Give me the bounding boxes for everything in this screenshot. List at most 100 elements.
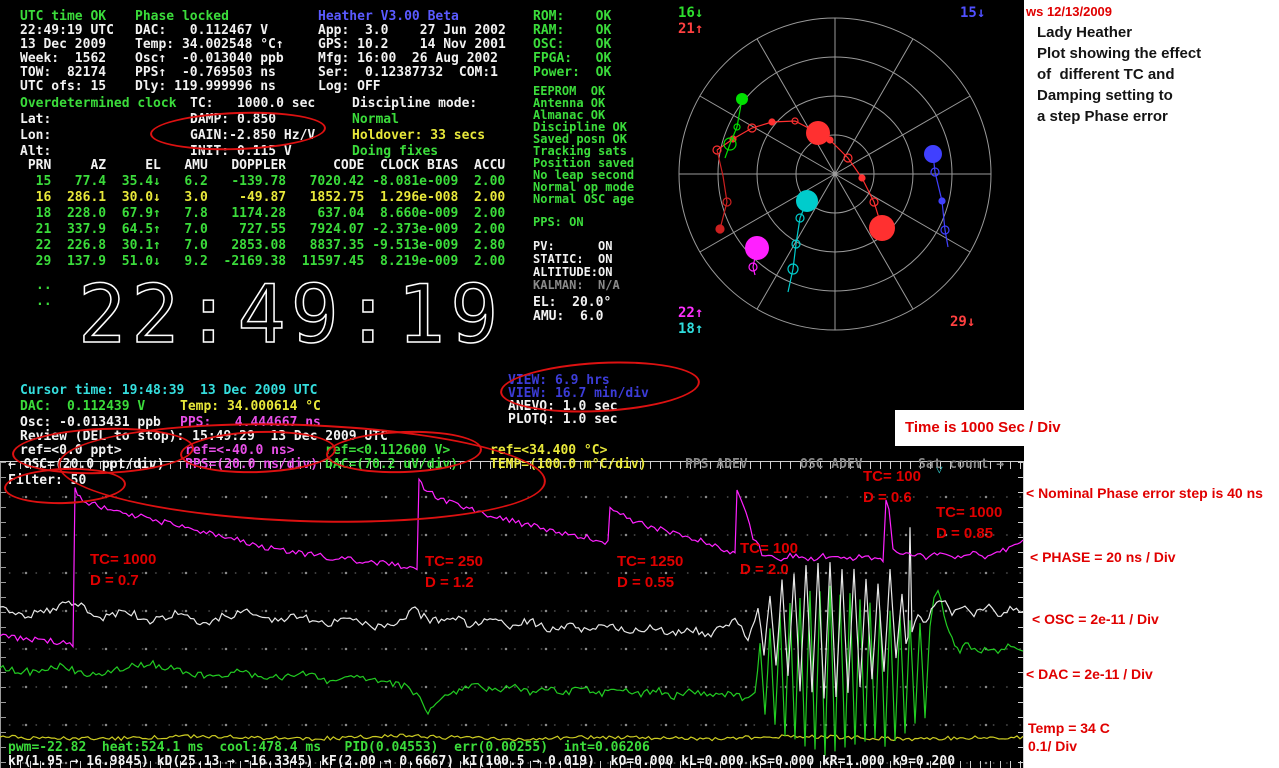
tc-damping-annotation-line: D = 2.0 [740,559,798,580]
pps-status: PPS: ON [533,216,584,229]
pps-status-line: PPS: ON [533,216,584,229]
pid-coeff-line-line: kP(1.95 → 16.9845) kD(25.13 → -16.3345) … [8,755,955,768]
sat-29-trail-marker [827,137,833,143]
annotation-title-line: Lady Heather [1037,22,1132,43]
hardware-status-panel-line: RAM: OK [533,24,611,38]
mode-panel: PV: ONSTATIC: ONALTITUDE:ONKALMAN: N/A [533,240,620,292]
discipline-right: Discipline mode:NormalHoldover: 33 secsD… [352,96,485,160]
dac-trace [0,586,1023,756]
sat-table-dots: .... [36,278,52,310]
hardware-status-panel-line: Power: OK [533,66,611,80]
receiver-status-panel: EEPROM OKAntenna OKAlmanac OKDiscipline … [533,85,634,205]
big-digital-clock: 22:49:19 [78,268,503,361]
receiver-status-panel-line: Normal OSC age [533,193,634,205]
osc-adev-label-line: OSC ADEV [800,458,863,472]
discipline-right-line: Holdover: 33 secs [352,128,485,144]
tc-damping-annotation: TC= 1000D = 0.85 [936,502,1002,544]
pps-adev-label: PPS ADEV [685,458,748,472]
azimuth-spoke [835,96,970,174]
cursor-temp: Temp: 34.000614 °C [180,399,321,415]
sat-table-dots-line: .. [36,294,52,310]
annotation-signature: ws 12/13/2009 [1026,4,1112,20]
sat-table: PRN AZ EL AMU DOPPLER CODE CLOCK BIAS AC… [20,158,505,270]
sat-18-dot [796,190,818,212]
utc-panel-line: 22:49:19 UTC [20,24,114,38]
tc-damping-annotation-line: TC= 1000 [936,502,1002,523]
phase-panel-line: PPS↑ -0.769503 ns [135,66,284,80]
scale-annotation: < OSC = 2e-11 / Div [1032,610,1159,628]
sat-22-dot [745,236,769,260]
azimuth-spoke [835,174,970,252]
utc-panel-line: TOW: 82174 [20,66,114,80]
tc-damping-annotation: TC= 250D = 1.2 [425,551,483,593]
sat-table-row: 16 286.1 30.0↓ 3.0 -49.87 1852.75 1.296e… [20,190,505,206]
phase-panel-line: Phase locked [135,10,284,24]
hardware-status-panel-line: OSC: OK [533,38,611,52]
discipline-left-line: Lat: [20,112,177,128]
annotation-title-line: of different TC and [1037,64,1175,85]
phase-panel-line: DAC: 0.112467 V [135,24,284,38]
discipline-right-line: Discipline mode: [352,96,485,112]
sat-table-row: 21 337.9 64.5↑ 7.0 727.55 7924.07 -2.373… [20,222,505,238]
tc-damping-annotation-line: D = 0.85 [936,523,1002,544]
sat-table-row: 29 137.9 51.0↓ 9.2 -2169.38 11597.45 8.2… [20,254,505,270]
heather-panel: Heather V3.00 BetaApp: 3.0 27 Jun 2002GP… [318,10,506,94]
temp-note-line2: 0.1/ Div [1028,737,1077,755]
cursor-dac: DAC: 0.112439 V [20,399,145,415]
cursor-time-line: Cursor time: 19:48:39 13 Dec 2009 UTC [20,383,317,399]
tc-damping-annotation-line: TC= 100 [863,466,921,487]
phase-panel-line: Temp: 34.002548 °C↑ [135,38,284,52]
scale-annotation: < PHASE = 20 ns / Div [1030,548,1176,566]
sat-count-label: Sat count → [918,458,1004,472]
sat-15-trail-marker [939,198,945,204]
phase-panel-line: Dly: 119.999996 ns [135,80,284,94]
pid-coeff-line: kP(1.95 → 16.9845) kD(25.13 → -16.3345) … [8,755,955,768]
hardware-status-panel-line: FPGA: OK [533,52,611,66]
heather-panel-line: Mfg: 16:00 26 Aug 2002 [318,52,506,66]
sat-21-history-trail-marker [716,225,724,233]
sat-21-dot [806,121,830,145]
sat-table-row: 22 226.8 30.1↑ 7.0 2853.08 8837.35 -9.51… [20,238,505,254]
tc-damping-annotation: TC= 1250D = 0.55 [617,551,683,593]
tc-damping-annotation-line: D = 0.6 [863,487,921,508]
heather-panel-line: GPS: 10.2 14 Nov 2001 [318,38,506,52]
sat-count-label-line: Sat count → [918,458,1004,472]
sat-table-header: PRN AZ EL AMU DOPPLER CODE CLOCK BIAS AC… [20,158,505,174]
sat-table-dots-line: .. [36,278,52,294]
tc-damping-annotation-line: TC= 250 [425,551,483,572]
heather-panel-line: Ser: 0.12387732 COM:1 [318,66,506,80]
tc-damping-annotation-line: D = 0.7 [90,570,156,591]
tc-damping-annotation: TC= 1000D = 0.7 [90,549,156,591]
utc-panel-line: UTC time OK [20,10,114,24]
sat-15-dot [924,145,942,163]
polar-sat-label: 22↑ [678,306,703,320]
sat-21-trail-marker [769,119,775,125]
tc-damping-annotation-line: TC= 1000 [90,549,156,570]
tc-damping-annotation-line: TC= 1250 [617,551,683,572]
hardware-status-panel: ROM: OKRAM: OKOSC: OKFPGA: OKPower: OK [533,10,611,80]
discipline-right-line: Normal [352,112,485,128]
tc-damping-annotation: TC= 100D = 2.0 [740,538,798,580]
tc-damping-annotation-line: D = 0.55 [617,572,683,593]
polar-sat-label: 15↓ [960,6,985,20]
annotation-title-line: Damping setting to [1037,85,1173,106]
phase-panel: Phase lockedDAC: 0.112467 VTemp: 34.0025… [135,10,284,94]
annotation-title-line: Plot showing the effect [1037,43,1201,64]
scale-annotation: < Nominal Phase error step is 40 ns [1026,484,1263,502]
mode-panel-line: KALMAN: N/A [533,279,620,292]
azimuth-spoke [700,174,835,252]
tc-damping-annotation-line: D = 1.2 [425,572,483,593]
tc-damping-annotation: TC= 100D = 0.6 [863,466,921,508]
el-amu-panel: EL: 20.0°AMU: 6.0 [533,296,611,324]
cursor-dac-line: DAC: 0.112439 V [20,399,145,415]
scale-annotation: < DAC = 2e-11 / Div [1026,665,1153,683]
discipline-left-line: Overdetermined clock [20,96,177,112]
phase-panel-line: Osc↑ -0.013040 ppb [135,52,284,66]
annotation-title-line: a step Phase error [1037,106,1168,127]
sat-29-trail-marker [859,175,865,181]
heather-panel-line: Heather V3.00 Beta [318,10,506,24]
hardware-status-panel-line: ROM: OK [533,10,611,24]
tc-damping-annotation-line: TC= 100 [740,538,798,559]
azimuth-spoke [757,39,835,174]
el-amu-panel-line: EL: 20.0° [533,296,611,310]
